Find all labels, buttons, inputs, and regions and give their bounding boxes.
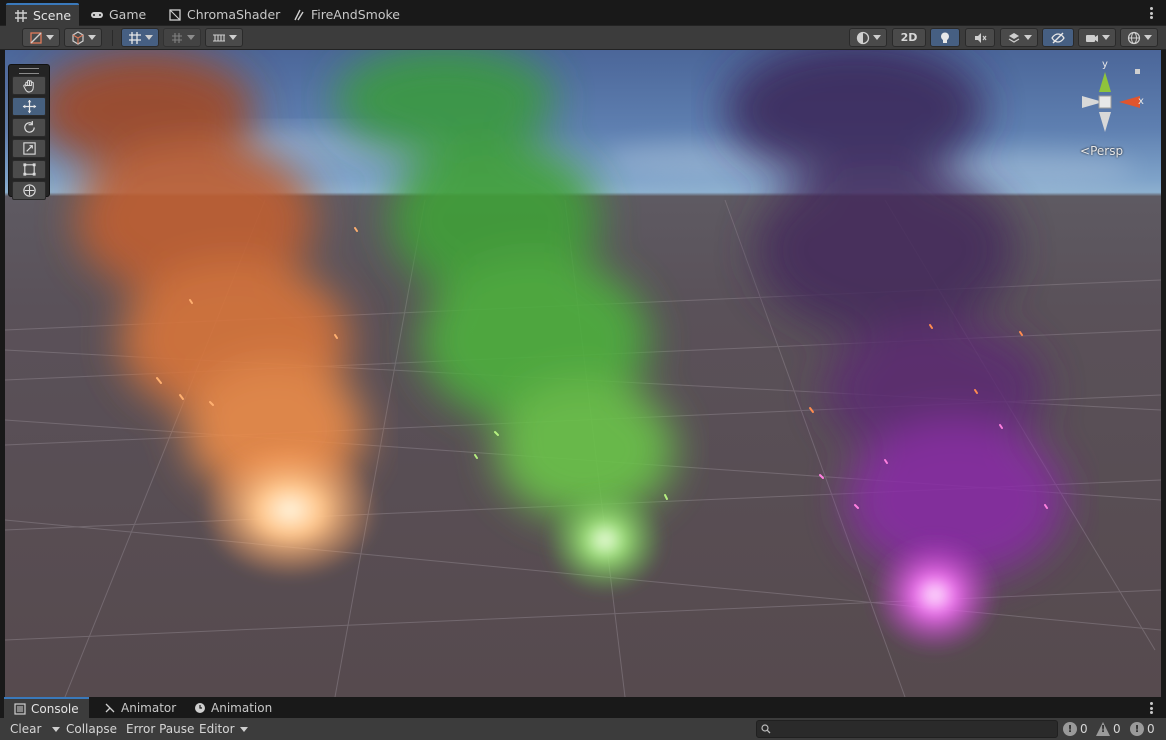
scene-visibility-toggle[interactable]	[1042, 28, 1074, 47]
tab-game[interactable]: Game	[82, 3, 154, 26]
camera-icon	[1085, 34, 1098, 42]
2d-mode-toggle[interactable]: 2D	[892, 28, 926, 47]
tab-label: Scene	[33, 8, 72, 23]
persp-arrow-icon: <	[1080, 144, 1091, 158]
gamepad-icon	[91, 11, 103, 18]
tab-console[interactable]: Console	[4, 697, 89, 718]
shaded-sphere-icon	[856, 31, 869, 44]
projection-toggle[interactable]: <Persp	[1080, 144, 1123, 158]
error-pause-label: Error Pause	[126, 722, 195, 736]
purple-smoke	[725, 50, 1065, 655]
clear-label: Clear	[10, 722, 42, 736]
ruler-snap-icon	[212, 33, 225, 42]
animator-icon	[105, 703, 115, 712]
tab-fireandsmoke[interactable]: FireAndSmoke	[284, 3, 408, 26]
audio-toggle[interactable]	[965, 28, 995, 47]
clear-dropdown[interactable]: Clear	[10, 721, 61, 737]
effects-dropdown[interactable]	[1000, 28, 1038, 47]
chevron-down-icon	[52, 726, 61, 732]
scene-render	[5, 50, 1161, 697]
move-tool-button[interactable]	[12, 97, 46, 116]
warning-count-toggle[interactable]: ! 0	[1096, 721, 1121, 737]
editor-label: Editor	[199, 722, 235, 736]
pivot-icon	[29, 31, 42, 44]
grid-snapping-dropdown[interactable]	[163, 28, 201, 47]
scene-toolbar: 2D	[0, 26, 1166, 50]
gizmo-y-label: y	[1102, 59, 1108, 70]
tab-label: Animation	[211, 700, 273, 715]
rect-transform-icon	[22, 163, 36, 176]
warning-triangle-icon: !	[1096, 722, 1110, 736]
draw-mode-dropdown[interactable]	[849, 28, 887, 47]
console-toolbar: Clear Collapse Error Pause Editor ! 0 ! …	[0, 718, 1166, 740]
transform-tool-button[interactable]	[12, 181, 46, 200]
grid-hash-icon	[15, 9, 27, 22]
rotate-tool-button[interactable]	[12, 118, 46, 137]
tab-label: Animator	[121, 700, 177, 715]
particle-system-icon	[294, 9, 304, 20]
grid-visibility-toggle[interactable]	[121, 28, 159, 47]
scene-viewport[interactable]	[5, 50, 1161, 697]
search-icon	[761, 724, 771, 734]
scale-icon	[22, 142, 36, 155]
tab-label: FireAndSmoke	[311, 7, 400, 22]
gizmo-x-label: x	[1138, 96, 1144, 107]
log-count: 0	[1080, 722, 1088, 736]
grid-hash-icon	[128, 31, 141, 44]
bottom-tab-bar: Console Animator Animation	[0, 697, 1166, 718]
camera-settings-dropdown[interactable]	[1078, 28, 1116, 47]
eye-slash-icon	[1051, 32, 1065, 43]
gizmos-dropdown[interactable]	[1120, 28, 1158, 47]
cube-icon	[71, 30, 84, 45]
chevron-down-icon	[239, 726, 248, 732]
more-options-icon[interactable]	[1146, 700, 1156, 716]
tab-chromashader[interactable]: ChromaShader	[160, 3, 288, 26]
info-speech-icon: !	[1063, 722, 1077, 736]
tool-palette	[8, 64, 50, 200]
error-circle-icon: !	[1130, 722, 1144, 736]
transform-all-icon	[22, 184, 36, 197]
speaker-muted-icon	[975, 32, 987, 43]
log-count-toggle[interactable]: ! 0	[1063, 721, 1088, 737]
lightbulb-icon	[941, 32, 949, 43]
sky-clouds	[185, 125, 1135, 188]
error-count-toggle[interactable]: ! 0	[1130, 721, 1155, 737]
tab-label: Game	[109, 7, 147, 22]
rotate-icon	[23, 120, 35, 133]
warning-count: 0	[1113, 722, 1121, 736]
tab-scene[interactable]: Scene	[6, 3, 80, 26]
increment-snapping-dropdown[interactable]	[205, 28, 243, 47]
console-search-input[interactable]	[756, 720, 1058, 738]
editor-tab-bar: Scene Game ChromaShader FireAndSmoke	[0, 0, 1166, 26]
collapse-toggle[interactable]: Collapse	[66, 721, 117, 737]
error-pause-toggle[interactable]: Error Pause	[126, 721, 194, 737]
console-icon	[14, 702, 26, 715]
shader-icon	[169, 8, 181, 21]
layers-icon	[1008, 32, 1019, 43]
scene-lighting-toggle[interactable]	[930, 28, 960, 47]
tool-handle-rotation-dropdown[interactable]	[64, 28, 102, 47]
move-arrows-icon	[22, 99, 36, 114]
editor-dropdown[interactable]: Editor	[199, 721, 248, 737]
tab-animation[interactable]: Animation	[184, 697, 282, 718]
hand-icon	[22, 79, 34, 93]
animation-clock-icon	[195, 702, 205, 713]
tab-label: ChromaShader	[187, 7, 281, 22]
tool-handle-position-dropdown[interactable]	[22, 28, 60, 47]
more-options-icon[interactable]	[1146, 5, 1156, 21]
scale-tool-button[interactable]	[12, 139, 46, 158]
error-count: 0	[1147, 722, 1155, 736]
tab-label: Console	[31, 701, 79, 716]
palette-drag-handle[interactable]	[19, 68, 39, 74]
tab-animator[interactable]: Animator	[94, 697, 186, 718]
globe-gizmo-icon	[1127, 31, 1140, 44]
projection-label: Persp	[1090, 144, 1124, 158]
2d-mode-label: 2D	[900, 31, 918, 44]
rect-tool-button[interactable]	[12, 160, 46, 179]
collapse-label: Collapse	[66, 722, 117, 736]
toolbar-divider	[112, 30, 113, 46]
grid-snap-icon	[171, 32, 182, 43]
orientation-gizmo[interactable]: y x	[1072, 58, 1152, 138]
hand-tool-button[interactable]	[12, 76, 46, 95]
